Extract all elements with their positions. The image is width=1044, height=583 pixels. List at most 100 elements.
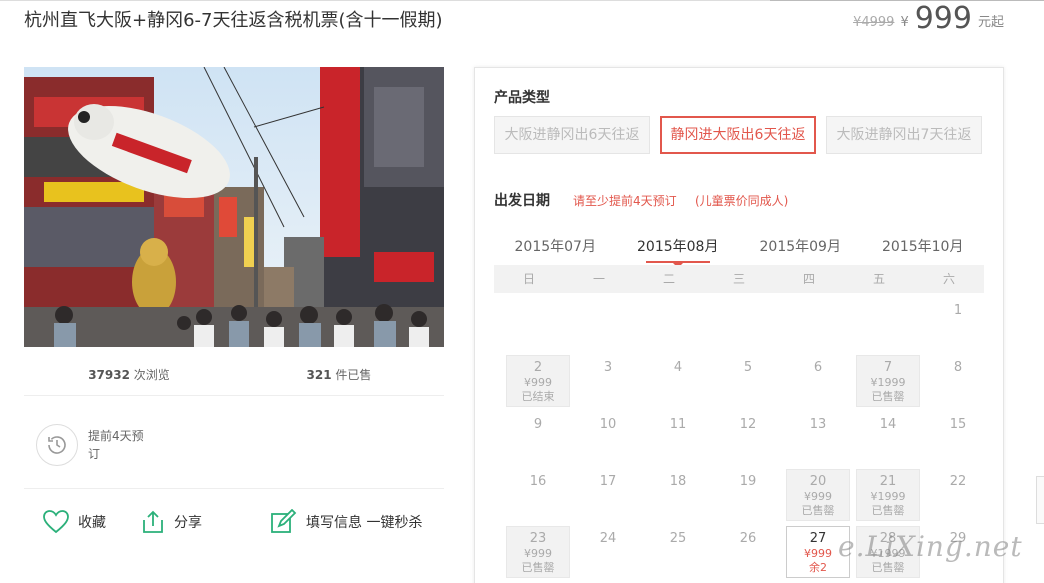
calendar-week: 16 17 18 19 20 ¥999 已售罄 21 ¥1999 已售罄 22: [494, 467, 984, 524]
share-icon: [143, 510, 163, 533]
calendar-day-slot: [494, 296, 564, 353]
calendar-day-slot: 27 ¥999 余2: [774, 524, 850, 581]
calendar-day: 13: [786, 412, 850, 464]
calendar-day: 24: [576, 526, 640, 578]
day-number: 4: [673, 360, 683, 375]
share-button[interactable]: 分享: [140, 509, 202, 535]
day-number: 6: [813, 360, 823, 375]
calendar-day-slot: 26: [704, 524, 774, 581]
day-price: ¥999: [804, 490, 832, 503]
child-price-hint: (儿童票价同成人): [695, 194, 789, 208]
calendar-day-slot: 12: [704, 410, 774, 467]
calendar-day-slot: 18: [634, 467, 704, 524]
calendar-day-priced: 20 ¥999 已售罄: [786, 469, 850, 521]
weekday: 日: [522, 272, 535, 286]
views-label: 次浏览: [129, 368, 170, 382]
tab-month[interactable]: 2015年10月: [862, 236, 985, 266]
divider: [24, 488, 444, 489]
calendar-day: 6: [786, 355, 850, 407]
action-bar: 收藏 分享 填写信息 一键秒杀: [24, 504, 444, 540]
product-title: 杭州直飞大阪+静冈6-7天往返含税机票(含十一假期): [24, 10, 443, 31]
calendar-day: 17: [576, 469, 640, 521]
sold-number: 321: [306, 368, 332, 382]
calendar-day-slot: [634, 296, 704, 353]
day-status: 余2: [809, 561, 827, 574]
weekday: 六: [942, 272, 955, 286]
calendar-day: 10: [576, 412, 640, 464]
calendar-day-slot: 8: [914, 353, 984, 410]
day-price: ¥999: [524, 376, 552, 389]
calendar-day-slot: [844, 296, 914, 353]
tab-month[interactable]: 2015年07月: [494, 236, 617, 266]
views-number: 37932: [88, 368, 130, 382]
product-type-option[interactable]: 大阪进静冈出6天往返: [494, 116, 650, 154]
day-number: 5: [743, 360, 753, 375]
day-number: 17: [599, 474, 617, 489]
calendar-day: 19: [716, 469, 780, 521]
calendar-day-slot: 4: [634, 353, 704, 410]
favorite-button[interactable]: 收藏: [42, 509, 106, 535]
calendar-day: 12: [716, 412, 780, 464]
calendar-day: 14: [856, 412, 920, 464]
weekday: 五: [872, 272, 885, 286]
current-price: 999: [914, 1, 972, 36]
currency-symbol: ¥: [900, 15, 909, 30]
day-number: 19: [739, 474, 757, 489]
sold-count: 321 件已售: [234, 358, 444, 395]
day-number: 25: [669, 531, 687, 546]
calendar-day-slot: 23 ¥999 已售罄: [494, 524, 570, 581]
day-number: 8: [953, 360, 963, 375]
calendar-day-slot: 21 ¥1999 已售罄: [844, 467, 920, 524]
price-unit: 元起: [977, 15, 1004, 30]
calendar-week: 2 ¥999 已结束 3 4 5 6 7 ¥1999 已售罄 8: [494, 353, 984, 410]
weekday: 四: [802, 272, 815, 286]
calendar-day-slot: 1: [914, 296, 984, 353]
day-number: 11: [669, 417, 687, 432]
calendar-day-slot: 15: [914, 410, 984, 467]
product-type-option-selected[interactable]: 静冈进大阪出6天往返: [660, 116, 816, 154]
weekday: 三: [732, 272, 745, 286]
day-price: ¥1999: [870, 490, 906, 503]
day-number: 12: [739, 417, 757, 432]
calendar-day: 8: [926, 355, 990, 407]
calendar-day: 22: [926, 469, 990, 521]
calendar-day: 15: [926, 412, 990, 464]
tab-month-selected[interactable]: 2015年08月: [617, 236, 740, 268]
osaka-street-image: [24, 67, 444, 347]
day-number: 13: [809, 417, 827, 432]
weekday: 一: [592, 272, 605, 286]
day-status: 已售罄: [801, 504, 835, 517]
side-tab[interactable]: [1036, 476, 1044, 524]
calendar-day: 1: [926, 298, 990, 350]
heart-icon: [43, 510, 69, 534]
stats-bar: 37932 次浏览 321 件已售: [24, 358, 444, 396]
watermark: e.LiXing.net: [838, 530, 1023, 563]
departure-date-label: 出发日期: [494, 193, 550, 209]
history-clock-icon: [36, 424, 78, 466]
calendar-day-slot: 17: [564, 467, 634, 524]
product-photo: [24, 67, 444, 347]
calendar-day-slot: 11: [634, 410, 704, 467]
calendar-day-slot: 25: [634, 524, 704, 581]
day-status: 已售罄: [871, 561, 905, 574]
advance-hint: 请至少提前4天预订: [573, 194, 677, 208]
top-right-border: [770, 0, 1044, 1]
calendar-day-slot: [704, 296, 774, 353]
day-number: 3: [603, 360, 613, 375]
booking-panel: 产品类型 大阪进静冈出6天往返 静冈进大阪出6天往返 大阪进静冈出7天往返 出发…: [474, 67, 1004, 583]
favorite-label: 收藏: [78, 515, 106, 531]
calendar-day-slot: 7 ¥1999 已售罄: [844, 353, 920, 410]
calendar-day-slot: 20 ¥999 已售罄: [774, 467, 850, 524]
fill-info-button[interactable]: 填写信息 一键秒杀: [270, 509, 422, 535]
product-type-option[interactable]: 大阪进静冈出7天往返: [826, 116, 982, 154]
advance-booking-text: 提前4天预订: [88, 429, 144, 461]
day-status: 已售罄: [871, 390, 905, 403]
day-status: 已售罄: [521, 561, 555, 574]
calendar-day: 11: [646, 412, 710, 464]
calendar-day-slot: 14: [844, 410, 914, 467]
product-type-list: 大阪进静冈出6天往返 静冈进大阪出6天往返 大阪进静冈出7天往返: [494, 116, 982, 154]
edit-icon: [271, 509, 297, 533]
calendar-day: 26: [716, 526, 780, 578]
tab-month[interactable]: 2015年09月: [739, 236, 862, 266]
month-tabs: 2015年07月 2015年08月 2015年09月 2015年10月: [494, 236, 985, 268]
